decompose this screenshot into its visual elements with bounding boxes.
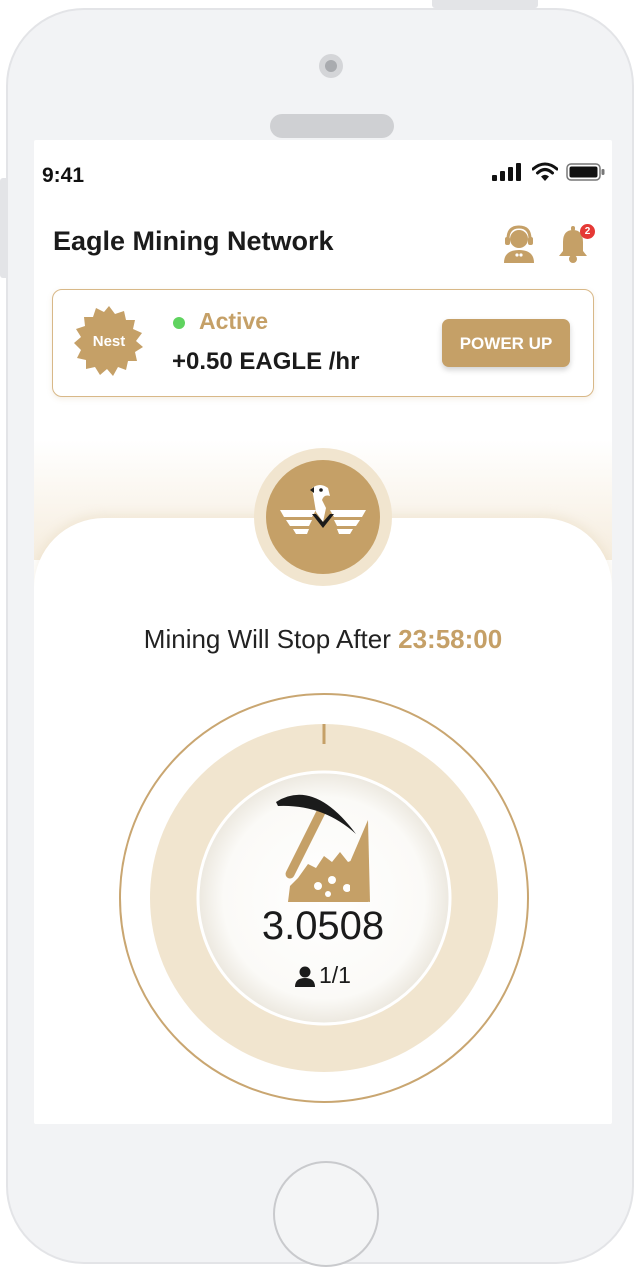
- active-indicator: [173, 317, 185, 329]
- mining-dial[interactable]: [118, 692, 530, 1104]
- status-time: 9:41: [42, 164, 85, 187]
- support-agent-icon[interactable]: [500, 224, 538, 264]
- notification-badge: 2: [580, 224, 595, 239]
- eagle-logo-icon: [280, 485, 366, 534]
- notifications-button[interactable]: 2: [555, 224, 595, 264]
- referral-value: 1/1: [319, 962, 351, 988]
- app-screen: 9:41 Eagle Mining Network 2 Nest Active …: [34, 140, 612, 1124]
- earpiece-speaker: [270, 114, 394, 138]
- tier-label: Nest: [92, 333, 126, 350]
- wifi-icon: [532, 162, 558, 181]
- app-title: Eagle Mining Network: [53, 226, 334, 256]
- status-icons: [492, 162, 606, 182]
- user-icon: [295, 966, 315, 987]
- signal-icon: [492, 163, 521, 181]
- phone-side-button: [432, 0, 538, 8]
- status-label: Active: [199, 308, 269, 334]
- power-up-button[interactable]: POWER UP: [442, 319, 570, 367]
- mining-countdown: 23:58:00: [398, 624, 503, 654]
- home-button[interactable]: [273, 1161, 379, 1267]
- mining-status-card: Nest Active +0.50 EAGLE /hr POWER UP: [52, 289, 594, 397]
- mining-rate: +0.50 EAGLE /hr: [172, 348, 360, 375]
- referral-count: 1/1: [34, 962, 612, 989]
- battery-icon: [566, 163, 605, 181]
- front-camera: [319, 54, 343, 78]
- mining-balance: 3.0508: [261, 904, 385, 948]
- mining-countdown-text: Mining Will Stop After 23:58:00: [34, 624, 612, 655]
- mining-stop-label: Mining Will Stop After: [143, 624, 391, 654]
